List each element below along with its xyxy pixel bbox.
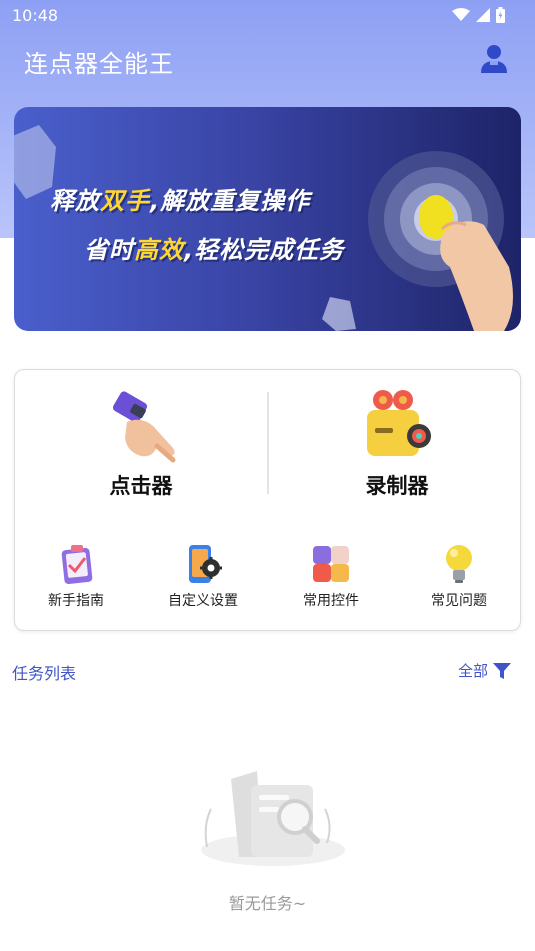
task-list-title: 任务列表 bbox=[12, 664, 77, 683]
recorder-label: 录制器 bbox=[365, 474, 429, 498]
promo-banner[interactable]: 释放双手,解放重复操作 省时高效,轻松完成任务 bbox=[14, 107, 521, 331]
cube-icon bbox=[313, 546, 349, 582]
phone-gear-icon bbox=[189, 545, 222, 583]
signal-icon bbox=[476, 8, 490, 22]
recorder-button[interactable]: 录制器 bbox=[327, 386, 467, 500]
empty-state-text: 暂无任务~ bbox=[228, 894, 307, 913]
shortcut-custom-settings[interactable]: 自定义设置 bbox=[153, 542, 253, 610]
banner-line-2: 省时高效,轻松完成任务 bbox=[84, 230, 344, 265]
shortcut-beginner-guide[interactable]: 新手指南 bbox=[26, 542, 126, 610]
banner-line2-pre: 省时 bbox=[84, 236, 134, 264]
status-bar: 10:48 bbox=[0, 0, 535, 30]
filter-button[interactable]: 全部 bbox=[458, 660, 512, 681]
camera-recorder-icon bbox=[367, 390, 431, 456]
banner-line1-pre: 释放 bbox=[50, 187, 100, 215]
empty-state-illustration bbox=[201, 771, 345, 866]
lightbulb-icon bbox=[446, 545, 472, 583]
banner-line2-post: ,轻松完成任务 bbox=[184, 236, 345, 264]
banner-line1-post: ,解放重复操作 bbox=[150, 187, 311, 215]
banner-decoration bbox=[14, 125, 513, 331]
shortcut-faq[interactable]: 常见问题 bbox=[409, 542, 509, 610]
shortcut-label: 常见问题 bbox=[431, 593, 487, 609]
banner-line2-highlight: 高效 bbox=[134, 236, 184, 264]
filter-label: 全部 bbox=[458, 662, 489, 680]
app-title: 连点器全能王 bbox=[24, 50, 174, 78]
clicker-label: 点击器 bbox=[109, 474, 173, 498]
clicker-button[interactable]: 点击器 bbox=[71, 386, 211, 500]
wifi-icon bbox=[452, 8, 470, 21]
tools-card: 点击器 录制器 新手指南 自定义设置 常用控件 常见问题 bbox=[14, 369, 521, 631]
shortcut-label: 常用控件 bbox=[303, 593, 359, 609]
user-icon[interactable] bbox=[478, 42, 510, 74]
status-icons bbox=[452, 7, 505, 23]
banner-line-1: 释放双手,解放重复操作 bbox=[50, 181, 310, 216]
battery-icon bbox=[496, 7, 505, 23]
filter-funnel-icon bbox=[493, 662, 512, 679]
status-time: 10:48 bbox=[12, 6, 59, 25]
banner-line1-highlight: 双手 bbox=[100, 187, 150, 215]
shortcut-label: 新手指南 bbox=[48, 593, 104, 609]
shortcut-common-controls[interactable]: 常用控件 bbox=[281, 542, 381, 610]
shortcut-label: 自定义设置 bbox=[168, 593, 238, 609]
pointing-hand-icon bbox=[112, 391, 176, 463]
guide-clipboard-icon bbox=[61, 545, 93, 584]
tools-divider bbox=[267, 392, 269, 494]
